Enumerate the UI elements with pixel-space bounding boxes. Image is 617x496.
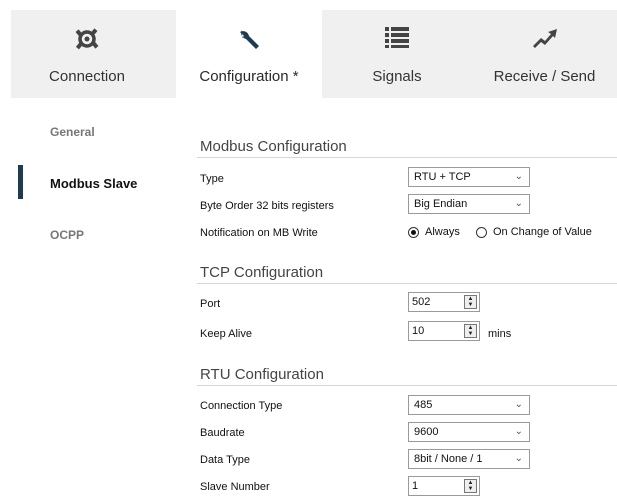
divider (197, 283, 617, 284)
transfer-arrows-icon (472, 26, 617, 52)
chevron-down-icon: ⌄ (514, 426, 523, 437)
keepalive-unit: mins (488, 328, 512, 340)
chevron-down-icon: ⌄ (514, 171, 523, 182)
keepalive-label: Keep Alive (200, 328, 252, 340)
spin-buttons[interactable]: ▲ ▼ (464, 295, 477, 309)
top-tab-bar: Connection Configuration * Signals Recei… (11, 10, 617, 98)
port-label: Port (200, 298, 221, 310)
radio-always[interactable]: Always (408, 226, 460, 238)
conn-type-value: 485 (414, 399, 433, 411)
byte-order-select[interactable]: Big Endian ⌄ (408, 194, 530, 214)
tab-label: Configuration * (199, 68, 299, 85)
section-title-modbus: Modbus Configuration (200, 138, 347, 155)
byte-order-label: Byte Order 32 bits registers (200, 200, 334, 212)
type-label: Type (200, 173, 224, 185)
radio-always-label: Always (425, 226, 460, 238)
radio-selected-icon (408, 226, 419, 238)
data-type-select[interactable]: 8bit / None / 1 ⌄ (408, 449, 530, 469)
keepalive-stepper[interactable]: 10 ▲ ▼ (408, 321, 480, 341)
sidebar-item-ocpp[interactable]: OCPP (50, 228, 84, 242)
chevron-down-icon: ⌄ (514, 198, 523, 209)
plug-connection-icon (11, 26, 163, 52)
list-icon (322, 26, 472, 52)
chevron-down-icon: ⌄ (514, 399, 523, 410)
divider (197, 385, 617, 386)
tab-connection[interactable]: Connection (11, 10, 163, 98)
baud-value: 9600 (414, 426, 439, 438)
selected-indicator (18, 165, 23, 199)
tab-label: Receive / Send (493, 68, 596, 85)
baud-select[interactable]: 9600 ⌄ (408, 422, 530, 442)
tab-receive-send[interactable]: Receive / Send (472, 10, 617, 98)
port-stepper[interactable]: 502 ▲ ▼ (408, 292, 480, 312)
keepalive-value: 10 (412, 325, 425, 337)
conn-type-select[interactable]: 485 ⌄ (408, 395, 530, 415)
data-type-value: 8bit / None / 1 (414, 453, 483, 465)
slave-stepper[interactable]: 1 ▲ ▼ (408, 476, 480, 496)
spin-buttons[interactable]: ▲ ▼ (464, 479, 477, 493)
tab-label: Signals (372, 68, 422, 85)
slave-label: Slave Number (200, 481, 270, 493)
spin-buttons[interactable]: ▲ ▼ (464, 324, 477, 338)
conn-type-label: Connection Type (200, 400, 283, 412)
sidebar-item-modbus-slave[interactable]: Modbus Slave (50, 176, 137, 191)
section-title-tcp: TCP Configuration (200, 264, 324, 281)
tab-signals[interactable]: Signals (322, 10, 472, 98)
baud-label: Baudrate (200, 427, 245, 439)
type-value: RTU + TCP (414, 171, 471, 183)
radio-on-change[interactable]: On Change of Value (476, 226, 592, 238)
section-title-rtu: RTU Configuration (200, 366, 324, 383)
slave-value: 1 (412, 480, 419, 492)
divider (197, 157, 617, 158)
radio-on-change-label: On Change of Value (493, 226, 592, 238)
data-type-label: Data Type (200, 454, 250, 466)
byte-order-value: Big Endian (414, 198, 468, 210)
type-select[interactable]: RTU + TCP ⌄ (408, 167, 530, 187)
wrench-icon (176, 26, 322, 52)
tab-configuration[interactable]: Configuration * (176, 10, 322, 98)
sidebar-item-general[interactable]: General (50, 125, 95, 139)
notification-label: Notification on MB Write (200, 227, 318, 239)
tab-label: Connection (49, 68, 125, 85)
radio-unselected-icon (476, 226, 487, 238)
port-value: 502 (412, 296, 431, 308)
chevron-down-icon: ⌄ (514, 453, 523, 464)
